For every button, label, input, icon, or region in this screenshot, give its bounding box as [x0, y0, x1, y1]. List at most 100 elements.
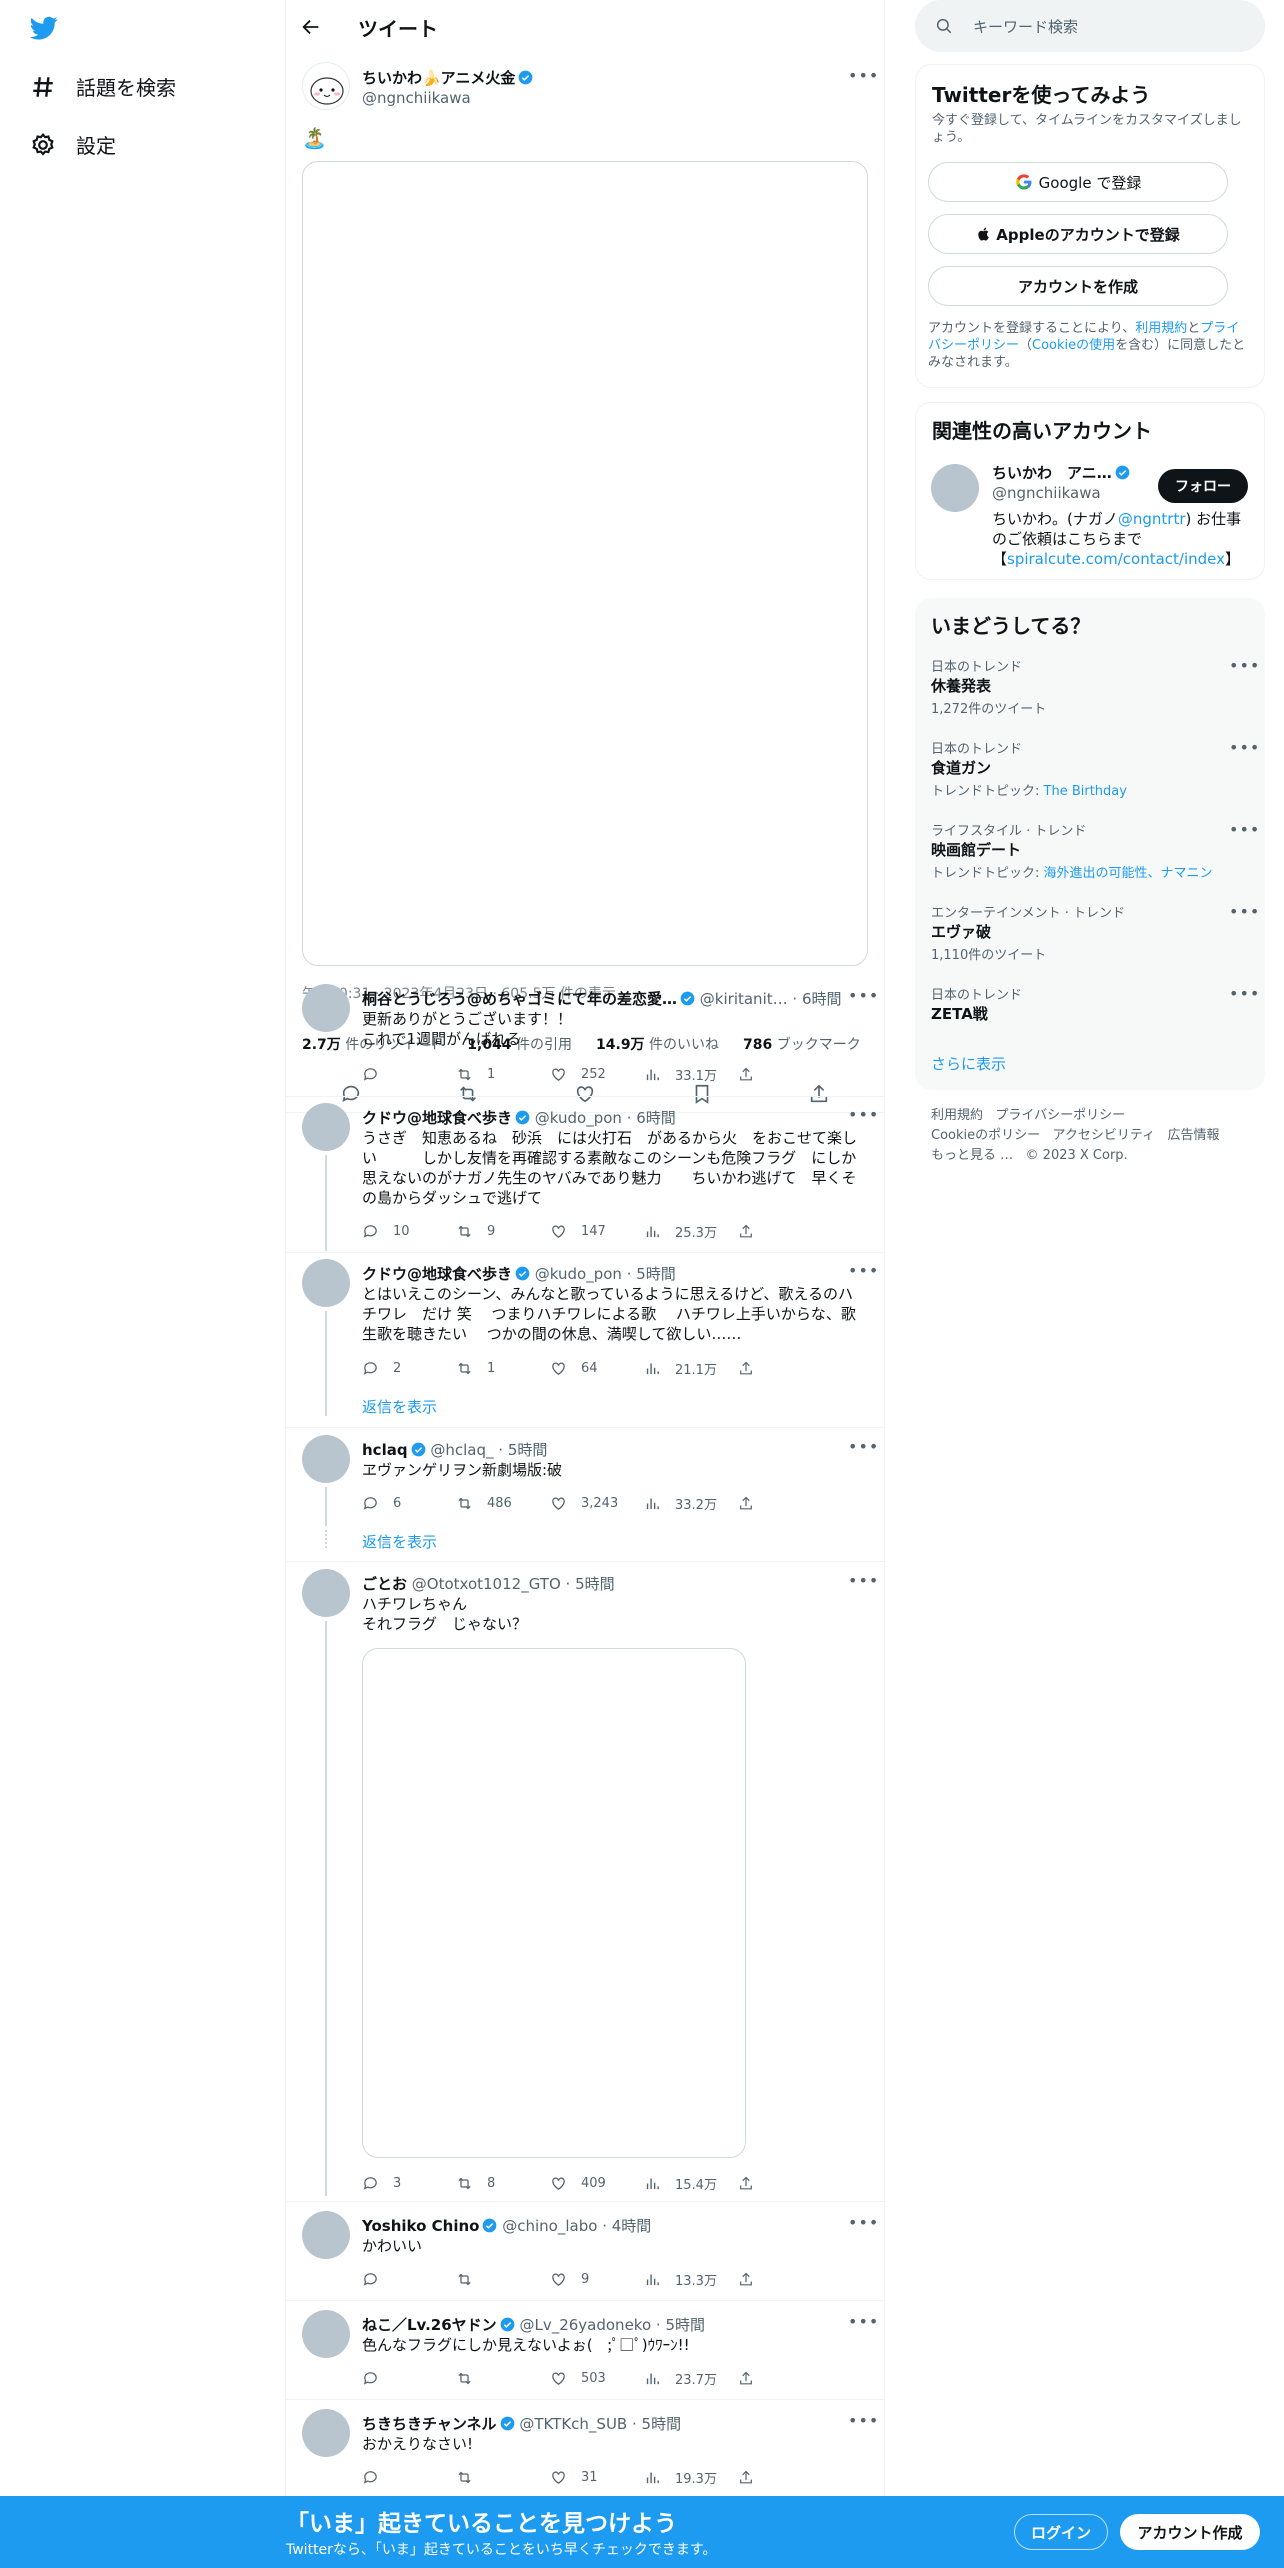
reply-more-icon[interactable]: •••: [848, 2213, 879, 2232]
reply-time[interactable]: · 6時間: [627, 1109, 676, 1127]
trend-name[interactable]: 食道ガン: [931, 757, 991, 778]
create-account-button[interactable]: アカウントを作成: [928, 266, 1228, 306]
terms-link[interactable]: 利用規約: [1135, 321, 1187, 336]
reply-time[interactable]: · 6時間: [792, 990, 841, 1008]
footer-link-cookie[interactable]: Cookieのポリシー: [931, 1128, 1040, 1143]
main-tweet-author[interactable]: ちいかわ🍌アニメ火金: [362, 67, 533, 88]
like-action[interactable]: 503: [550, 2370, 644, 2387]
like-action[interactable]: 31: [550, 2469, 644, 2486]
share-action[interactable]: [738, 2370, 768, 2387]
reply-action[interactable]: 2: [362, 1360, 456, 1377]
share-action[interactable]: [738, 1495, 768, 1512]
reply-action[interactable]: 6: [362, 1495, 456, 1512]
trend-more-icon[interactable]: •••: [1229, 820, 1260, 839]
views-action[interactable]: 19.3万: [644, 2468, 738, 2487]
share-action[interactable]: [738, 1066, 768, 1083]
trend-topic[interactable]: 海外進出の可能性、ナマニン: [1044, 866, 1213, 881]
like-action[interactable]: 409: [550, 2175, 644, 2192]
main-tweet-handle[interactable]: @ngnchiikawa: [362, 89, 471, 107]
reply-action[interactable]: [362, 1066, 456, 1083]
share-action[interactable]: [738, 2271, 768, 2288]
main-tweet-image[interactable]: [302, 161, 868, 966]
trend-name[interactable]: エヴァ破: [931, 921, 991, 942]
retweet-action[interactable]: 1: [456, 1360, 550, 1377]
footer-link-ads[interactable]: 広告情報: [1168, 1128, 1220, 1143]
trend-topic[interactable]: The Birthday: [1044, 784, 1127, 799]
bio-url[interactable]: spiralcute.com/contact/index: [1007, 550, 1225, 568]
reply-more-icon[interactable]: •••: [848, 1261, 879, 1280]
retweet-action[interactable]: 486: [456, 1495, 550, 1512]
twitter-logo-icon[interactable]: [28, 14, 60, 46]
share-icon[interactable]: [808, 1083, 830, 1105]
reply-more-icon[interactable]: •••: [848, 1571, 879, 1590]
reply-more-icon[interactable]: •••: [848, 1437, 879, 1456]
reply-avatar[interactable]: [302, 1569, 350, 1617]
trend-name[interactable]: ZETA戦: [931, 1003, 988, 1024]
trends-show-more[interactable]: さらに表示: [931, 1053, 1006, 1074]
footer-link-accessibility[interactable]: アクセシビリティ: [1053, 1128, 1156, 1143]
views-action[interactable]: 25.3万: [644, 1222, 738, 1241]
reply-action[interactable]: 10: [362, 1223, 456, 1240]
reply-avatar[interactable]: [302, 984, 350, 1032]
views-action[interactable]: 15.4万: [644, 2174, 738, 2193]
retweet-action[interactable]: 1: [456, 1066, 550, 1083]
related-name[interactable]: ちいかわ アニ…: [992, 462, 1130, 483]
like-action[interactable]: 64: [550, 1360, 644, 1377]
bio-mention[interactable]: @ngntrtr: [1118, 510, 1186, 528]
reply-time[interactable]: · 5時間: [627, 1265, 676, 1283]
reply-avatar[interactable]: [302, 1259, 350, 1307]
follow-button[interactable]: フォロー: [1158, 469, 1248, 503]
retweet-icon[interactable]: [457, 1083, 479, 1105]
search-bar[interactable]: キーワード検索: [915, 0, 1265, 52]
views-action[interactable]: 33.1万: [644, 1065, 738, 1084]
reply-time[interactable]: · 5時間: [632, 2415, 681, 2433]
reply-image[interactable]: [362, 1648, 746, 2158]
nav-settings[interactable]: 設定: [30, 130, 116, 159]
retweet-action[interactable]: [456, 2370, 550, 2387]
share-action[interactable]: [738, 1223, 768, 1240]
reply-action[interactable]: [362, 2370, 456, 2387]
reply-avatar[interactable]: [302, 1435, 350, 1483]
reply-author[interactable]: ごとお @Ototxot1012_GTO · 5時間: [362, 1573, 615, 1594]
like-action[interactable]: 252: [550, 1066, 644, 1083]
reply-author[interactable]: ねこ／Lv.26ヤドン @Lv_26yadoneko · 5時間: [362, 2314, 705, 2335]
reply-action[interactable]: [362, 2271, 456, 2288]
reply-more-icon[interactable]: •••: [848, 2411, 879, 2430]
retweet-action[interactable]: 9: [456, 1223, 550, 1240]
trend-more-icon[interactable]: •••: [1229, 984, 1260, 1003]
retweet-action[interactable]: [456, 2469, 550, 2486]
reply-more-icon[interactable]: •••: [848, 986, 879, 1005]
trend-more-icon[interactable]: •••: [1229, 738, 1260, 757]
trend-name[interactable]: 休養発表: [931, 675, 991, 696]
reply-time[interactable]: · 5時間: [566, 1575, 615, 1593]
like-action[interactable]: 9: [550, 2271, 644, 2288]
retweet-action[interactable]: [456, 2271, 550, 2288]
reply-avatar[interactable]: [302, 1103, 350, 1151]
show-replies-link[interactable]: 返信を表示: [362, 1531, 437, 1552]
reply-avatar[interactable]: [302, 2211, 350, 2259]
reply-more-icon[interactable]: •••: [848, 1105, 879, 1124]
bottom-signup-button[interactable]: アカウント作成: [1120, 2514, 1260, 2550]
share-action[interactable]: [738, 1360, 768, 1377]
search-input[interactable]: キーワード検索: [973, 16, 1078, 37]
views-action[interactable]: 21.1万: [644, 1359, 738, 1378]
reply-author[interactable]: ちきちきチャンネル @TKTKch_SUB · 5時間: [362, 2413, 681, 2434]
reply-time[interactable]: · 4時間: [602, 2217, 651, 2235]
reply-author[interactable]: クドウ@地球食べ歩き @kudo_pon · 6時間: [362, 1107, 676, 1128]
reply-author[interactable]: hclaq @hclaq_ · 5時間: [362, 1439, 547, 1460]
retweet-action[interactable]: 8: [456, 2175, 550, 2192]
apple-signup-button[interactable]: Appleのアカウントで登録: [928, 214, 1228, 254]
reply-author[interactable]: クドウ@地球食べ歩き @kudo_pon · 5時間: [362, 1263, 676, 1284]
reply-icon[interactable]: [340, 1083, 362, 1105]
cookie-link[interactable]: Cookieの使用: [1032, 338, 1115, 353]
trend-more-icon[interactable]: •••: [1229, 902, 1260, 921]
footer-link-privacy[interactable]: プライバシーポリシー: [995, 1108, 1125, 1123]
related-avatar[interactable]: [931, 464, 979, 512]
reply-time[interactable]: · 5時間: [656, 2316, 705, 2334]
nav-explore[interactable]: 話題を検索: [30, 72, 176, 101]
google-signup-button[interactable]: Google で登録: [928, 162, 1228, 202]
views-action[interactable]: 23.7万: [644, 2369, 738, 2388]
main-tweet-avatar[interactable]: [302, 62, 350, 110]
reply-author[interactable]: Yoshiko Chino @chino_labo · 4時間: [362, 2215, 651, 2236]
like-icon[interactable]: [574, 1083, 596, 1105]
